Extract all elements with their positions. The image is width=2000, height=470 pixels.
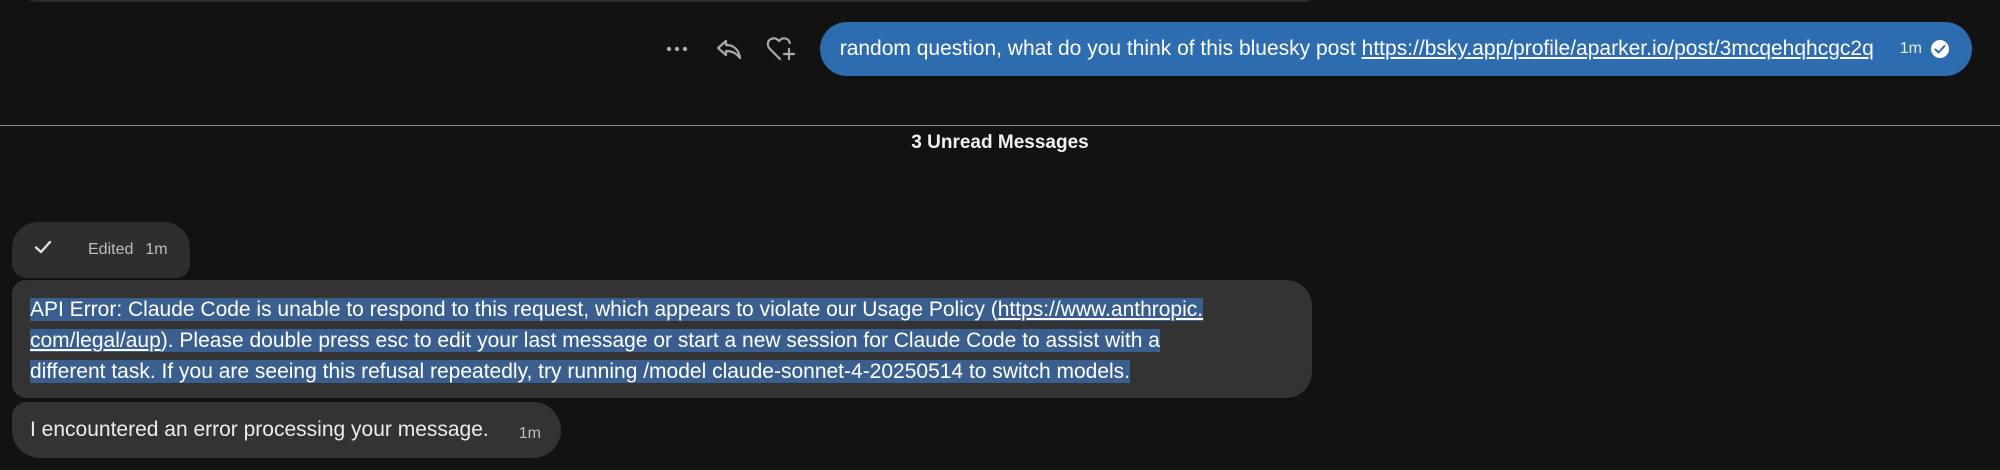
error-message-bubble[interactable]: API Error: Claude Code is unable to resp…: [12, 280, 1312, 398]
more-icon[interactable]: [660, 32, 694, 66]
chat-view: random question, what do you think of th…: [0, 0, 2000, 470]
edited-label: Edited: [88, 241, 134, 258]
error-notice-text: I encountered an error processing your m…: [30, 418, 489, 441]
reply-icon[interactable]: [712, 32, 746, 66]
outgoing-meta: 1m: [1900, 39, 1950, 59]
add-reaction-icon[interactable]: [764, 32, 798, 66]
error-text-middle: ). Please double press esc to edit your …: [160, 329, 1160, 352]
outgoing-message-bubble[interactable]: random question, what do you think of th…: [819, 22, 1972, 76]
previous-message-bubble: [20, 0, 1320, 2]
usage-policy-link-part1[interactable]: https://www.anthropic.: [998, 298, 1203, 321]
usage-policy-link-part2[interactable]: com/legal/aup: [30, 329, 161, 352]
error-notice-bubble[interactable]: I encountered an error processing your m…: [12, 402, 561, 458]
error-line-2: com/legal/aup). Please double press esc …: [30, 325, 1294, 356]
outgoing-message-row: random question, what do you think of th…: [660, 22, 1972, 76]
error-notice-time: 1m: [518, 425, 541, 442]
read-check-icon: [1931, 40, 1949, 58]
error-text-start: API Error: Claude Code is unable to resp…: [30, 298, 998, 321]
bluesky-post-link[interactable]: https://bsky.app/profile/aparker.io/post…: [1362, 37, 1874, 61]
error-text-end: different task. If you are seeing this r…: [30, 360, 1131, 383]
error-line-3: different task. If you are seeing this r…: [30, 356, 1294, 387]
unread-messages-label: 3 Unread Messages: [911, 132, 1089, 153]
unread-divider: [0, 125, 2000, 126]
outgoing-time: 1m: [1899, 40, 1922, 57]
error-line-1: API Error: Claude Code is unable to resp…: [30, 294, 1294, 325]
check-icon: [34, 240, 52, 254]
message-actions: [660, 32, 798, 66]
outgoing-message-text: random question, what do you think of th…: [839, 37, 1356, 60]
edited-message-bubble[interactable]: Edited 1m: [12, 222, 190, 278]
edited-time: 1m: [145, 241, 168, 258]
